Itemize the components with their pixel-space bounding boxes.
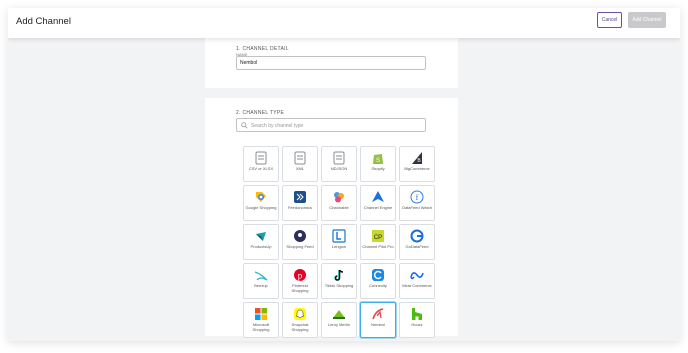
file-json-icon [332,151,346,165]
channel-type-heading: 2. CHANNEL TYPE [236,110,285,116]
svg-text:f: f [416,193,419,202]
svg-text:CP: CP [374,235,382,241]
nembol-icon [371,307,385,321]
top-bar: Add Channel Cancel Add Channel [8,8,680,38]
channel-tile[interactable]: GoDataFeed [399,224,435,260]
channel-tile[interactable]: Feedonomics [282,185,318,221]
file-csv-icon [254,151,268,165]
channel-tile-label: XML [295,166,305,171]
channable-icon [332,190,346,204]
channel-tile-label: Channel Pilot Pro [362,244,394,249]
search-placeholder: Search by channel type [251,123,304,129]
shopping-feed-icon [293,229,307,243]
page-title: Add Channel [16,16,71,27]
channel-pilot-icon: CP [371,229,385,243]
channel-tile[interactable]: f DataFeed Watch [399,185,435,221]
channel-tile[interactable]: Connexity [360,263,396,299]
godatafeed-icon [410,229,424,243]
channel-tile[interactable]: CSV or XLSX [243,146,279,182]
channel-tile[interactable]: Lengow [321,224,357,260]
channel-tile[interactable]: Shopping Feed [282,224,318,260]
channel-tile[interactable]: Google Shopping [243,185,279,221]
tiktok-icon [332,268,346,282]
channel-tile-label: Microsoft Shopping [252,322,270,332]
feedonomics-icon [293,190,307,204]
channel-tile-label: Beezup [254,283,268,288]
channel-tile-label: Tiktok Shopping [324,283,354,288]
channel-tile[interactable]: NDJSON [321,146,357,182]
datafeed-watch-icon: f [410,190,424,204]
search-icon [241,122,248,129]
channel-tile-label: ProductsUp [250,244,272,249]
pinterest-icon: p [293,268,307,282]
channel-tile[interactable]: CP Channel Pilot Pro [360,224,396,260]
channel-tile-label: Meta Commerce [402,283,432,288]
channel-tile-label: Leroy Merlin [327,322,350,327]
channel-tile[interactable]: XML [282,146,318,182]
houzz-icon [410,307,424,321]
channel-tile[interactable]: Channable [321,185,357,221]
snapchat-icon [293,307,307,321]
channel-tile[interactable]: Houzz [399,302,435,338]
file-xml-icon [293,151,307,165]
channel-tile[interactable]: Meta Commerce [399,263,435,299]
channel-tile[interactable]: B BigCommerce [399,146,435,182]
channel-tile-label: GoDataFeed [405,244,429,249]
beezup-icon [254,268,268,282]
channel-tile-label: Shopify [371,166,385,171]
lengow-icon [332,229,346,243]
add-channel-button[interactable]: Add Channel [628,12,666,28]
channel-tile-label: Houzz [411,322,423,327]
meta-icon [410,268,424,282]
microsoft-icon [254,307,268,321]
channel-tile-label: NDJSON [330,166,348,171]
channel-type-search[interactable]: Search by channel type [236,118,426,132]
channel-tile-label: Nembol [371,322,385,327]
name-input[interactable]: Nembol [236,56,426,70]
cancel-button[interactable]: Cancel [597,12,622,28]
leroy-merlin-icon [332,307,346,321]
channel-tile-label: Shopping Feed [286,244,314,249]
channel-tile[interactable]: Microsoft Shopping [243,302,279,338]
channel-tile-label: BigCommerce [404,166,430,171]
channel-tile-label: CSV or XLSX [248,166,274,171]
bigcommerce-icon: B [410,151,424,165]
productsup-icon [254,229,268,243]
channel-tile[interactable]: Leroy Merlin [321,302,357,338]
channel-tile[interactable]: Nembol [360,302,396,338]
channel-tile[interactable]: ProductsUp [243,224,279,260]
channel-tile[interactable]: Beezup [243,263,279,299]
channel-tile-label: Channable [329,205,349,210]
svg-text:S: S [376,158,380,164]
channel-tile-label: Channel Engine [363,205,393,210]
channel-tile[interactable]: Channel Engine [360,185,396,221]
channel-tile[interactable]: S Shopify [360,146,396,182]
channel-tile-label: Snapchat Shopping [291,322,309,332]
channel-engine-icon [371,190,385,204]
google-shopping-icon [254,190,268,204]
channel-tile-label: Pinterest Shopping [291,283,309,293]
channel-tile-label: Connexity [369,283,387,288]
channel-tile-label: DataFeed Watch [402,205,432,210]
channel-tile[interactable]: Tiktok Shopping [321,263,357,299]
shopify-icon: S [371,151,385,165]
channel-tile-label: Feedonomics [287,205,312,210]
connexity-icon [371,268,385,282]
svg-text:p: p [298,271,303,281]
channel-tile-label: Google Shopping [245,205,277,210]
channel-tile-label: Lengow [331,244,346,249]
channel-tile[interactable]: p Pinterest Shopping [282,263,318,299]
section-divider [205,88,458,98]
channel-tile[interactable]: Snapchat Shopping [282,302,318,338]
